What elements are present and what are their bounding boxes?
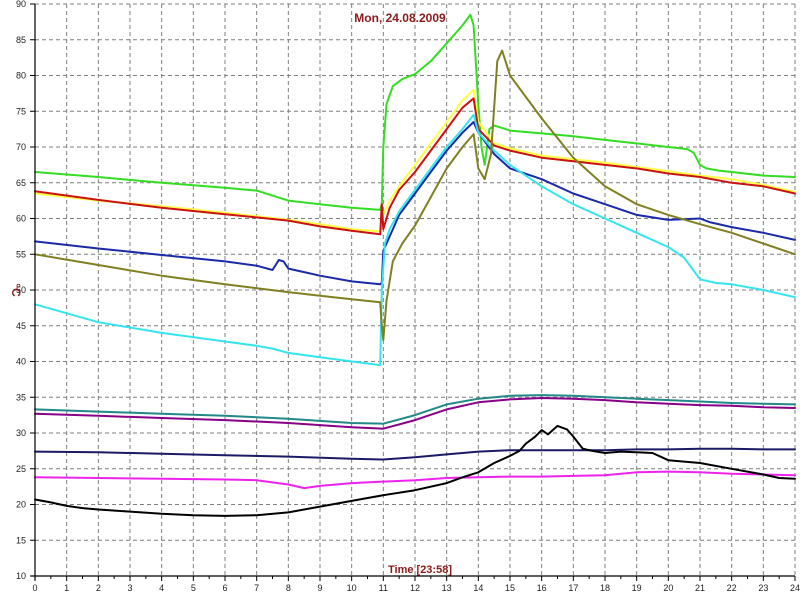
x-tick-label: 10	[347, 583, 357, 593]
x-tick-label: 8	[286, 583, 291, 593]
temperature-line-chart: 0 1 2 3 4 5 6 7 8 9 10 11 12 13 14 15 16 17 18 19 20 21 22 23 24…	[0, 0, 800, 600]
y-tick-label: 35	[16, 392, 26, 402]
chart-title: Mon, 24.08.2009	[354, 11, 446, 25]
y-tick-label: 70	[16, 142, 26, 152]
y-tick-label: 25	[16, 464, 26, 474]
y-tick-label: 20	[16, 500, 26, 510]
x-tick-label: 6	[222, 583, 227, 593]
x-tick-label: 15	[505, 583, 515, 593]
x-tick-label: 24	[790, 583, 800, 593]
y-tick-label: 55	[16, 249, 26, 259]
x-tick-label: 4	[159, 583, 164, 593]
y-tick-label: 80	[16, 71, 26, 81]
x-tick-label: 16	[537, 583, 547, 593]
y-tick-label: 10	[16, 571, 26, 581]
y-tick-label: 65	[16, 178, 26, 188]
x-tick-label: 23	[758, 583, 768, 593]
y-tick-label: 30	[16, 428, 26, 438]
x-axis-label: Time [23:58]	[388, 564, 452, 576]
x-tick-label: 5	[191, 583, 196, 593]
x-tick-label: 22	[727, 583, 737, 593]
x-tick-label: 12	[410, 583, 420, 593]
x-tick-label: 17	[568, 583, 578, 593]
y-tick-label: 45	[16, 321, 26, 331]
x-tick-label: 18	[600, 583, 610, 593]
y-tick-label: 40	[16, 357, 26, 367]
y-axis-label: °C	[9, 283, 23, 297]
x-tick-label: 9	[317, 583, 322, 593]
y-tick-label: 90	[16, 0, 26, 9]
x-tick-label: 19	[632, 583, 642, 593]
x-tick-label: 13	[442, 583, 452, 593]
y-tick-label: 60	[16, 214, 26, 224]
x-tick-label: 11	[379, 583, 388, 593]
x-tick-label: 7	[254, 583, 259, 593]
y-tick-label: 85	[16, 35, 26, 45]
y-tick-label: 15	[16, 535, 26, 545]
x-tick-label: 21	[695, 583, 705, 593]
y-tick-label: 75	[16, 106, 26, 116]
x-tick-label: 14	[473, 583, 483, 593]
x-tick-label: 20	[663, 583, 673, 593]
x-tick-label: 2	[96, 583, 101, 593]
x-tick-label: 0	[32, 583, 37, 593]
chart-container: 0 1 2 3 4 5 6 7 8 9 10 11 12 13 14 15 16 17 18 19 20 21 22 23 24…	[0, 0, 800, 600]
x-tick-label: 3	[127, 583, 132, 593]
x-tick-label: 1	[64, 583, 69, 593]
